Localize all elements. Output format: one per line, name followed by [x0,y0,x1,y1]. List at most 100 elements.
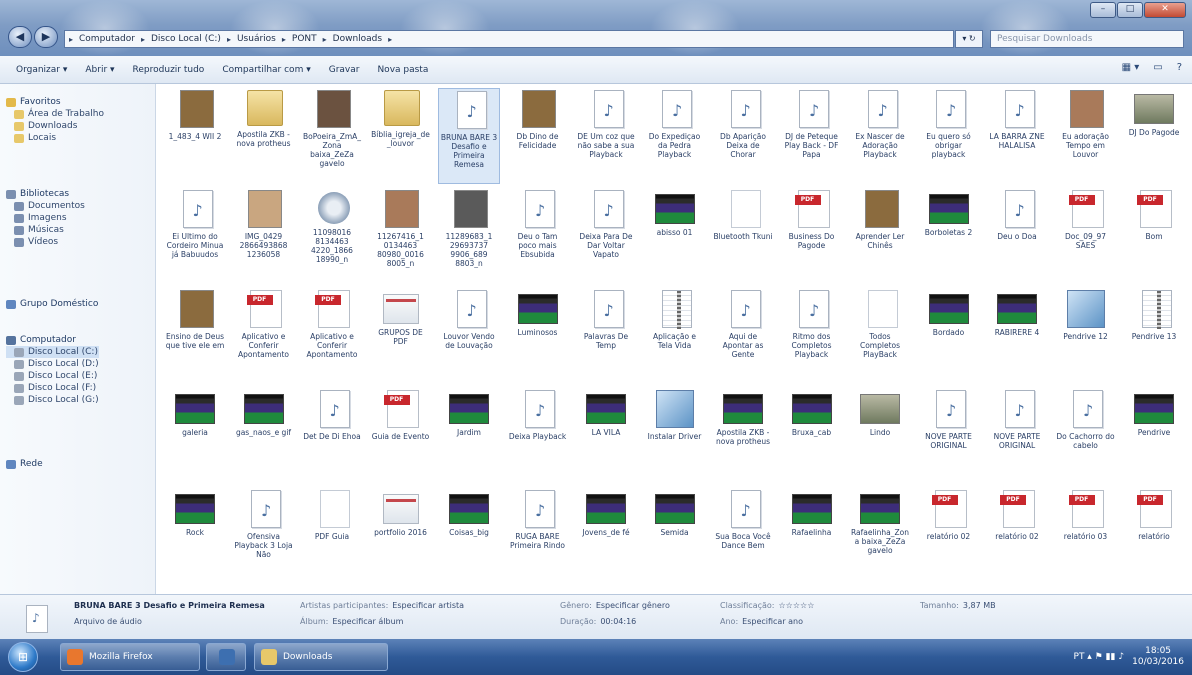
file-item[interactable]: Deixa Para De Dar Voltar Vapato [575,188,637,284]
maximize-button[interactable]: □ [1117,2,1143,18]
search-input[interactable]: Pesquisar Downloads [990,30,1184,48]
file-item[interactable]: DJ de Peteque Play Back - DF Papa [781,88,843,184]
nav-item-drive-d[interactable]: Disco Local (D:) [6,358,99,370]
file-item[interactable]: galeria [164,388,226,484]
start-button[interactable]: ⊞ [8,642,38,672]
breadcrumb-item[interactable]: PONT [292,34,317,44]
file-item[interactable]: IMG_0429 2866493868 1236058 [233,188,295,284]
details-rating[interactable]: Classificação: ☆☆☆☆☆ [720,601,814,610]
details-genre[interactable]: Gênero: Especificar gênero [560,601,670,610]
file-item[interactable]: Eu adoração Tempo em Louvor [1055,88,1117,184]
refresh-button[interactable]: ▾ ↻ [955,30,983,48]
file-item[interactable]: Luminosos [507,288,569,384]
organize-button[interactable]: Organizar ▾ [16,65,67,75]
file-item[interactable]: Jovens_de fé [575,488,637,584]
taskbar-explorer-button[interactable]: Downloads [254,643,388,671]
file-item[interactable]: GRUPOS DE PDF [370,288,432,384]
file-item[interactable]: Borboletas 2 [918,188,980,284]
file-item[interactable]: Ofensiva Playback 3 Loja Não [233,488,295,584]
details-year[interactable]: Ano: Especificar ano [720,617,803,626]
preview-pane-button[interactable]: ▭ [1153,62,1162,73]
file-item[interactable]: Jardim [438,388,500,484]
file-item[interactable]: 11098016 8134463 4220_1866 18990_n [301,188,363,284]
file-item[interactable]: Palavras De Temp [575,288,637,384]
file-item[interactable]: LA BARRA ZNE HALALISA [986,88,1048,184]
file-item[interactable]: portfolio 2016 [370,488,432,584]
file-item[interactable]: NOVE PARTE ORIGINAL [918,388,980,484]
file-item[interactable]: relatório 02 [986,488,1048,584]
file-item[interactable]: Bíblia_igreja_de_louvor [370,88,432,184]
file-item[interactable]: Rafaelinha [781,488,843,584]
file-item[interactable]: PDF Guia [301,488,363,584]
details-artists[interactable]: Artistas participantes: Especificar artis… [300,601,464,610]
file-item[interactable]: Aqui de Apontar as Gente [712,288,774,384]
nav-item-drive-e[interactable]: Disco Local (E:) [6,370,99,382]
tray-icons[interactable]: PT ▴ ⚑ ▮▮ ♪ [1074,652,1125,662]
nav-item-documents[interactable]: Documentos [6,200,85,212]
nav-item-desktop[interactable]: Área de Trabalho [6,108,104,120]
nav-item-drive-f[interactable]: Disco Local (F:) [6,382,99,394]
file-item[interactable]: DJ Do Pagode [1123,88,1185,184]
address-bar[interactable]: ▸ Computador ▸ Disco Local (C:) ▸ Usuári… [64,30,954,48]
burn-button[interactable]: Gravar [329,65,360,75]
file-item[interactable]: 11289683_1 29693737 9906_689 8803_n [438,188,500,284]
file-item[interactable]: Semida [644,488,706,584]
nav-item-videos[interactable]: Vídeos [6,236,85,248]
file-item[interactable]: Bluetooth Tkuni [712,188,774,284]
file-item[interactable]: Aplicativo e Conferir Apontamento [233,288,295,384]
file-item[interactable]: Ritmo dos Completos Playback [781,288,843,384]
file-item[interactable]: Aprender Ler Chinês [849,188,911,284]
details-album[interactable]: Álbum: Especificar álbum [300,617,403,626]
new-folder-button[interactable]: Nova pasta [377,65,428,75]
file-item[interactable]: BoPoeira_ZmA_Zona baixa_ZeZa gavelo [301,88,363,184]
file-item[interactable]: Guia de Evento [370,388,432,484]
file-item[interactable]: Rafaelinha_Zona baixa_ZeZa gavelo [849,488,911,584]
forward-button[interactable]: ▶ [34,26,58,48]
file-item[interactable]: Pendrive 13 [1123,288,1185,384]
nav-item-pictures[interactable]: Imagens [6,212,85,224]
file-item[interactable]: Louvor Vendo de Louvação [438,288,500,384]
minimize-button[interactable]: – [1090,2,1116,18]
nav-item-computer[interactable]: Computador [6,334,99,346]
nav-item-music[interactable]: Músicas [6,224,85,236]
file-item[interactable]: Deu o Doa [986,188,1048,284]
file-item[interactable]: 1_483_4 WII 2 [164,88,226,184]
file-item[interactable]: DE Um coz que não sabe a sua Playback [575,88,637,184]
file-item[interactable]: Aplicativo e Conferir Apontamento [301,288,363,384]
nav-item-network[interactable]: Rede [6,458,43,470]
file-item[interactable]: Db Dino de Felicidade [507,88,569,184]
file-item[interactable]: relatório 03 [1055,488,1117,584]
file-item[interactable]: Ex Nascer de Adoração Playback [849,88,911,184]
file-item[interactable]: relatório [1123,488,1185,584]
file-item[interactable]: Pendrive 12 [1055,288,1117,384]
share-button[interactable]: Compartilhar com ▾ [222,65,310,75]
file-item[interactable]: RUGA BARE Primeira Rindo [507,488,569,584]
play-all-button[interactable]: Reproduzir tudo [133,65,205,75]
file-item[interactable]: Ei Ultimo do Cordeiro Minua já Babuudos [164,188,226,284]
file-item[interactable]: RABIRERE 4 [986,288,1048,384]
file-item[interactable]: Det De Di Ehoa [301,388,363,484]
file-item[interactable]: BRUNA BARE 3 Desafio e Primeira Remesa [438,88,500,184]
file-item[interactable]: Apostila ZKB - nova protheus [712,388,774,484]
back-button[interactable]: ◀ [8,26,32,48]
file-item[interactable]: Todos Completos PlayBack [849,288,911,384]
nav-item-homegroup[interactable]: Grupo Doméstico [6,298,98,310]
file-item[interactable]: Aplicação e Tela Vida [644,288,706,384]
file-item[interactable]: relatório 02 [918,488,980,584]
breadcrumb-item[interactable]: Usuários [237,34,276,44]
libraries-header[interactable]: Bibliotecas [6,188,85,200]
file-item[interactable]: gas_naos_e gif [233,388,295,484]
file-item[interactable]: Ensino de Deus que tive ele em [164,288,226,384]
file-item[interactable]: Bruxa_cab [781,388,843,484]
file-item[interactable]: Business Do Pagode [781,188,843,284]
file-item[interactable]: Db Aparição Deixa de Chorar [712,88,774,184]
file-item[interactable]: Lindo [849,388,911,484]
file-item[interactable]: Bom [1123,188,1185,284]
close-button[interactable]: ✕ [1144,2,1186,18]
nav-item-recent[interactable]: Locais [6,132,104,144]
file-item[interactable]: Deixa Playback [507,388,569,484]
file-item[interactable]: NOVE PARTE ORIGINAL [986,388,1048,484]
open-button[interactable]: Abrir ▾ [85,65,114,75]
file-item[interactable]: LA VILA [575,388,637,484]
file-item[interactable]: Eu quero só obrigar playback [918,88,980,184]
